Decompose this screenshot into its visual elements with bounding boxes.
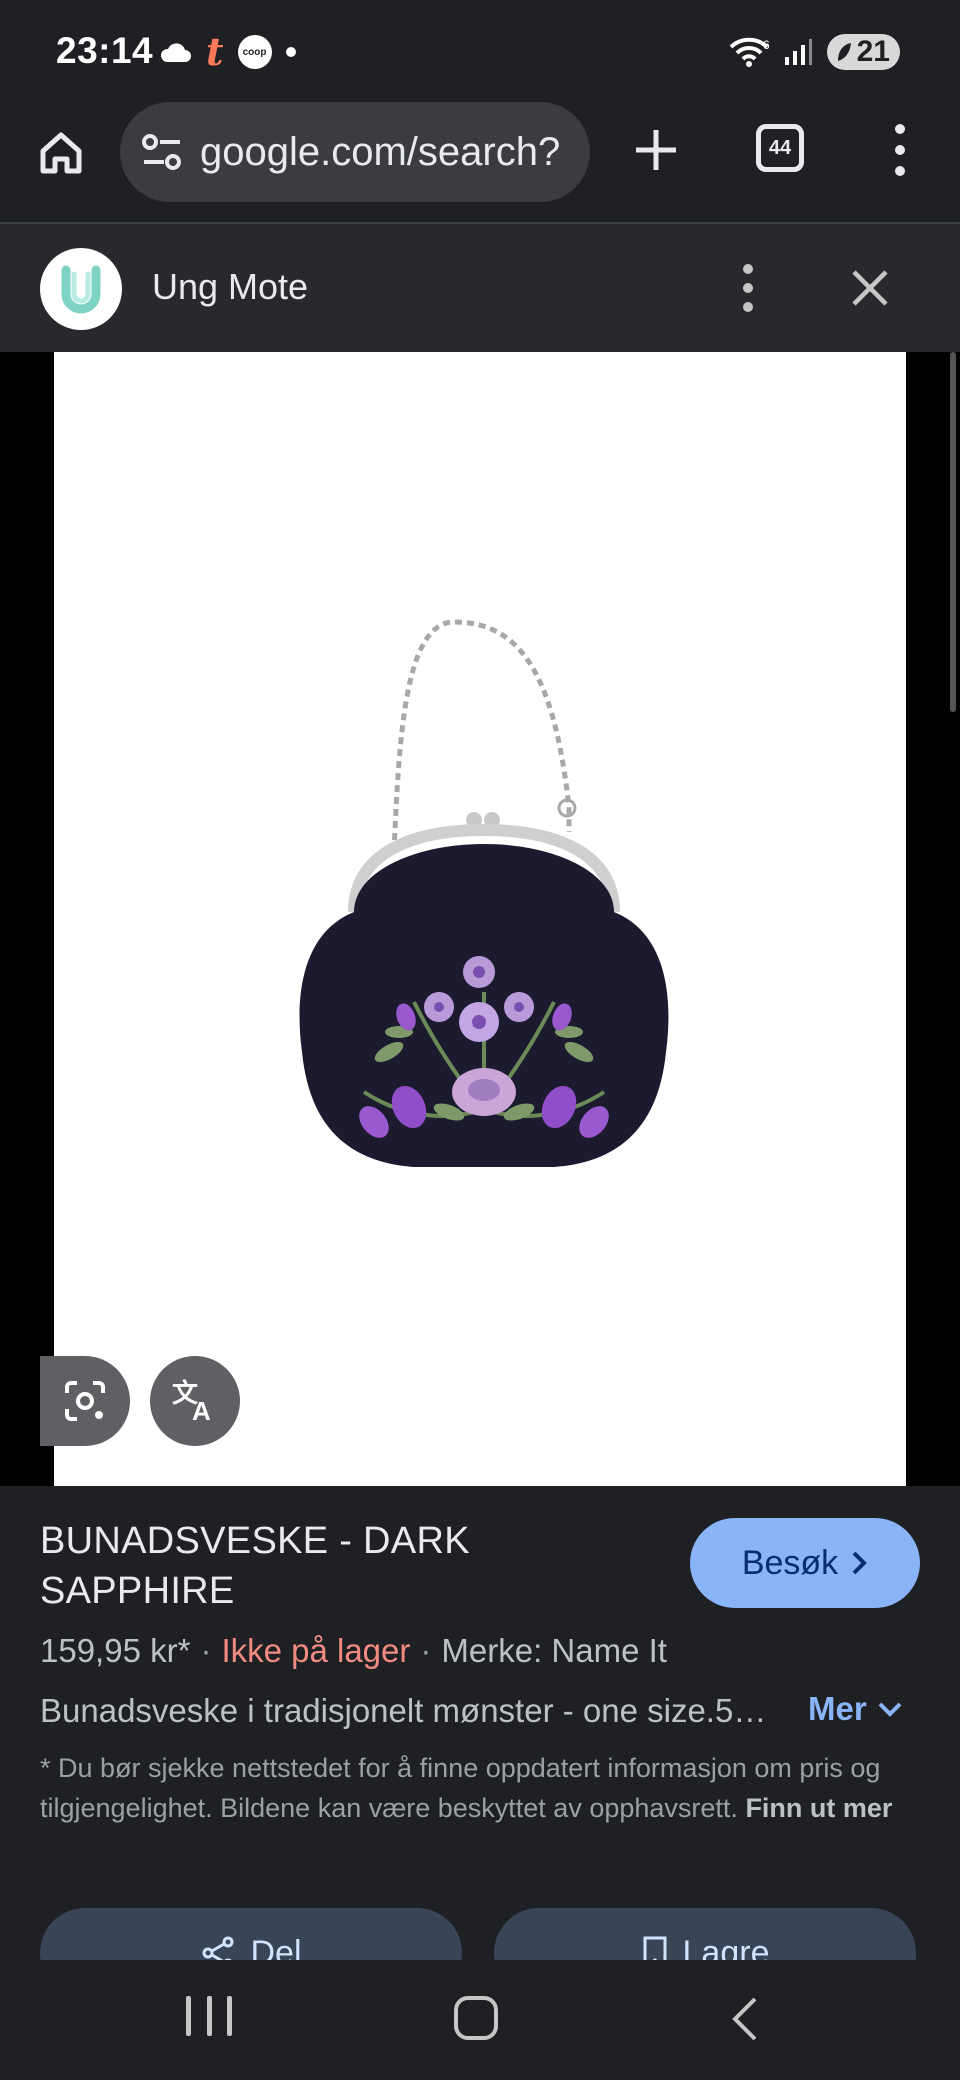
battery-indicator: 21 (826, 34, 900, 70)
wifi-icon: 6 (729, 37, 769, 67)
google-lens-icon (65, 1381, 105, 1421)
battery-saver-icon (837, 43, 851, 61)
svg-text:A: A (192, 1396, 211, 1424)
google-lens-button[interactable] (40, 1356, 130, 1446)
source-name[interactable]: Ung Mote (152, 266, 308, 308)
translate-button[interactable]: 文 A (150, 1356, 240, 1446)
recents-icon-bar (206, 1996, 212, 2036)
signal-icon (784, 39, 812, 65)
coop-app-icon: coop (237, 35, 272, 69)
system-nav-bar (0, 1960, 960, 2080)
home-nav-button[interactable] (454, 1996, 498, 2040)
site-settings-icon[interactable] (140, 132, 184, 172)
menu-dot (743, 302, 753, 312)
source-header: Ung Mote (0, 224, 960, 352)
home-button[interactable] (30, 122, 92, 184)
share-button[interactable]: Del (40, 1908, 462, 1960)
more-notifications-dot (285, 47, 296, 57)
image-viewer (0, 352, 960, 1486)
source-logo[interactable] (40, 248, 122, 330)
new-tab-button[interactable] (626, 120, 686, 180)
url-text[interactable]: google.com/search? (200, 130, 580, 175)
browser-menu-button[interactable] (880, 118, 920, 182)
browser-toolbar: google.com/search? 44 (0, 100, 960, 222)
status-bar: 23:14 t coop 6 21 (0, 0, 960, 100)
cloud-icon (160, 43, 191, 62)
embroidery-flower-center (472, 1015, 486, 1029)
t-app-icon: t (206, 29, 224, 74)
back-icon[interactable] (730, 1996, 760, 2042)
close-icon[interactable] (846, 264, 894, 312)
recents-button[interactable] (186, 1996, 232, 2040)
ung-mote-logo-icon (61, 265, 101, 314)
address-bar[interactable]: google.com/search? (120, 102, 590, 202)
product-image[interactable] (54, 352, 906, 1486)
system-icons: 6 21 (729, 32, 900, 72)
recents-icon-bar (227, 1996, 232, 2036)
save-label: Lagre (682, 1933, 770, 1961)
notification-icons: t coop (158, 30, 296, 74)
purse-image (299, 619, 669, 1167)
action-buttons-row: Del Lagre (0, 1486, 960, 1960)
embroidery-rose-inner (468, 1079, 500, 1101)
share-icon (202, 1936, 234, 1960)
scrollbar-thumb[interactable] (950, 352, 956, 712)
menu-dot (895, 145, 905, 155)
battery-level: 21 (856, 35, 890, 68)
embroidery-flower-center (473, 966, 485, 978)
share-label: Del (250, 1933, 302, 1961)
recents-icon-bar (186, 1996, 191, 2036)
menu-dot (895, 166, 905, 176)
menu-dot (743, 264, 753, 274)
source-more-button[interactable] (738, 258, 758, 318)
tab-count: 44 (768, 136, 792, 159)
bookmark-icon (643, 1936, 667, 1960)
translate-icon: 文 A (172, 1378, 211, 1424)
plus-icon (636, 130, 676, 170)
embroidery-flower-center (514, 1002, 524, 1012)
home-icon (40, 132, 82, 174)
tab-switcher-button[interactable]: 44 (756, 124, 804, 172)
embroidery-flower-center (434, 1002, 444, 1012)
save-button[interactable]: Lagre (494, 1908, 916, 1960)
wifi-band-badge: 6 (763, 38, 769, 52)
status-time: 23:14 (56, 30, 154, 71)
menu-dot (743, 283, 753, 293)
menu-dot (895, 124, 905, 134)
